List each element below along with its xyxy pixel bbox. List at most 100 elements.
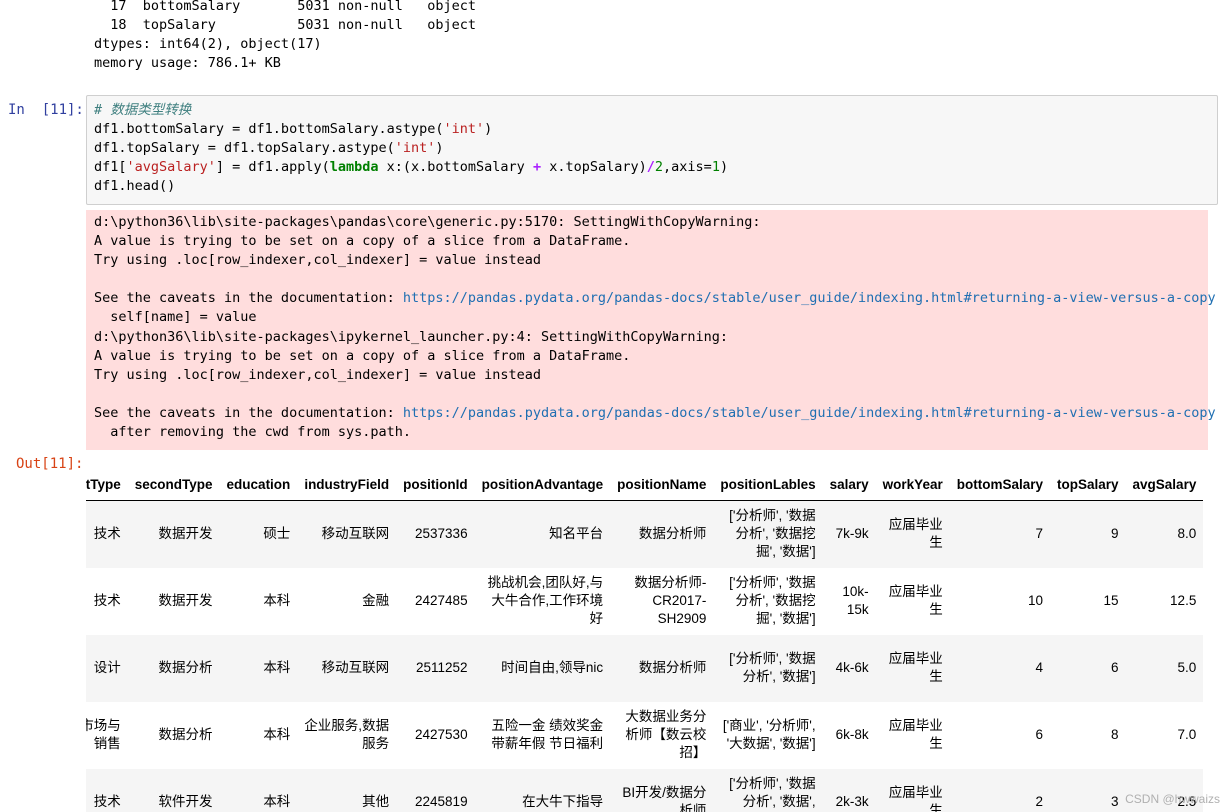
column-header: education	[219, 468, 298, 501]
code-text: )	[484, 121, 493, 137]
docs-link[interactable]: https://pandas.pydata.org/pandas-docs/st…	[403, 405, 1216, 421]
table-row: 设计 数据分析 本科 移动互联网 2511252 时间自由,领导nic 数据分析师 ['分析师…	[86, 634, 1204, 702]
code-text: df1.bottomSalary = df1.bottomSalary.asty…	[94, 121, 444, 137]
stderr-text: See the caveats in the documentation:	[94, 290, 403, 306]
code-operator: +	[532, 159, 542, 175]
column-header: positionAdvantage	[474, 468, 611, 501]
header-row: rstType secondType education industryFie…	[86, 468, 1204, 501]
column-header: secondType	[127, 468, 220, 501]
stderr-line: A value is trying to be set on a copy of…	[94, 233, 631, 249]
table-cell: 10k-15k	[842, 584, 869, 617]
table-cell: 五险一金 绩效奖金 带薪年假 节日福利	[491, 718, 604, 751]
code-text: )	[435, 140, 444, 156]
code-text: df1[	[94, 159, 127, 175]
table-cell: 5.0	[1125, 634, 1204, 702]
table-cell: 技术	[93, 593, 121, 608]
code-line-5: df1.head()	[94, 178, 176, 194]
table-cell: 市场与销售	[86, 718, 121, 751]
table-cell: 应届毕业生	[888, 584, 943, 617]
code-text: ] = df1.apply(	[215, 159, 330, 175]
table-cell: ['分析师', '数据分析', '数据挖掘', '数据']	[729, 575, 816, 626]
code-string: 'int'	[394, 140, 436, 156]
table-cell: 2245819	[396, 768, 475, 812]
table-cell: 企业服务,数据服务	[304, 718, 390, 751]
table-cell: 知名平台	[474, 500, 611, 568]
table-cell: 2427485	[415, 593, 468, 608]
table-cell: ['分析师', '数据分析', '数据']	[713, 634, 823, 702]
table-cell: 软件开发	[127, 768, 220, 812]
table-cell: ['商业', '分析师', '大数据', '数据']	[722, 718, 816, 751]
table-cell: 设计	[86, 634, 128, 702]
code-string: 'int'	[443, 121, 485, 137]
table-cell: 数据分析师-CR2017-SH2909	[634, 575, 707, 626]
table-cell: 3	[1050, 768, 1126, 812]
table-cell: 2k-3k	[822, 768, 876, 812]
code-text: )	[719, 159, 729, 175]
table-cell: 技术	[86, 500, 128, 568]
code-line-1: # 数据类型转换	[94, 101, 191, 120]
table-cell: 金融	[362, 593, 390, 608]
table-cell: 应届毕业生	[875, 500, 950, 568]
stderr-output: d:\python36\lib\site-packages\pandas\cor…	[86, 210, 1216, 450]
table-cell: 时间自由,领导nic	[474, 634, 611, 702]
table-cell: 数据开发	[158, 593, 213, 608]
table-cell: 应届毕业生	[875, 634, 950, 702]
info-line: memory usage: 786.1+ KB	[94, 55, 281, 71]
info-output: 17 bottomSalary 5031 non-null object 18 …	[0, 0, 1230, 76]
table-cell: 数据分析	[158, 727, 213, 742]
code-cell[interactable]: # 数据类型转换 df1.bottomSalary = df1.bottomSa…	[86, 95, 1218, 205]
table-cell: 15	[1103, 593, 1119, 608]
info-line: 18 topSalary 5031 non-null object	[94, 17, 477, 33]
column-header: avgSalary	[1125, 468, 1204, 501]
stderr-line: See the caveats in the documentation: ht…	[94, 289, 1216, 308]
code-text: df1.topSalary = df1.topSalary.astype(	[94, 140, 395, 156]
table-cell: 硕士	[219, 500, 298, 568]
column-header: rstType	[86, 468, 128, 501]
code-number: 1	[711, 159, 720, 175]
stderr-line: See the caveats in the documentation: ht…	[94, 404, 1216, 423]
table-cell: 8	[1111, 727, 1119, 742]
dataframe-output[interactable]: rstType secondType education industryFie…	[86, 468, 1208, 812]
stderr-text: See the caveats in the documentation:	[94, 405, 403, 421]
code-keyword: lambda	[329, 159, 379, 175]
code-line-4: df1['avgSalary'] = df1.apply(lambda x:(x…	[94, 158, 728, 177]
table-cell: 2	[949, 768, 1050, 812]
code-text: x:(x.bottomSalary	[378, 159, 533, 175]
table-cell: ['分析师', '数据分析', '数据', 'BI']	[713, 768, 823, 812]
table-cell: ['分析师', '数据分析', '数据挖掘', '数据']	[713, 500, 823, 568]
column-header: positionName	[610, 468, 714, 501]
table-cell: 数据分析师	[610, 500, 714, 568]
table-cell: 2427530	[415, 727, 468, 742]
table-cell: 9	[1050, 500, 1126, 568]
table-cell: 12.5	[1170, 593, 1197, 608]
column-header: workYear	[875, 468, 950, 501]
column-header: industryField	[297, 468, 397, 501]
stderr-line: Try using .loc[row_indexer,col_indexer] …	[94, 367, 542, 383]
table-cell: 数据分析师	[610, 634, 714, 702]
table-cell: 数据开发	[127, 500, 220, 568]
column-header: topSalary	[1050, 468, 1126, 501]
table-cell: 应届毕业生	[875, 768, 950, 812]
code-number: 2	[654, 159, 664, 175]
table-cell: 4k-6k	[822, 634, 876, 702]
stderr-line: d:\python36\lib\site-packages\ipykernel_…	[94, 329, 728, 345]
stderr-line: d:\python36\lib\site-packages\pandas\cor…	[94, 214, 761, 230]
code-line-3: df1.topSalary = df1.topSalary.astype('in…	[94, 139, 444, 158]
table-cell: 移动互联网	[297, 634, 397, 702]
table-cell: 6k-8k	[835, 727, 869, 742]
table-cell: 技术	[86, 768, 128, 812]
column-header: positionLables	[713, 468, 823, 501]
code-string: 'avgSalary'	[126, 159, 216, 175]
table-cell: 其他	[297, 768, 397, 812]
stderr-line: A value is trying to be set on a copy of…	[94, 348, 631, 364]
table-cell: 移动互联网	[297, 500, 397, 568]
docs-link[interactable]: https://pandas.pydata.org/pandas-docs/st…	[403, 290, 1216, 306]
table-row: 技术 数据开发 硕士 移动互联网 2537336 知名平台 数据分析师 ['分析师', '数据…	[86, 500, 1204, 568]
stderr-line: self[name] = value	[94, 309, 257, 325]
table-cell: 本科	[219, 634, 298, 702]
table-cell: BI开发/数据分析师	[610, 768, 714, 812]
table-cell: 本科	[219, 768, 298, 812]
code-comment: # 数据类型转换	[94, 102, 192, 118]
table-cell: 在大牛下指导	[474, 768, 611, 812]
column-header: bottomSalary	[949, 468, 1050, 501]
